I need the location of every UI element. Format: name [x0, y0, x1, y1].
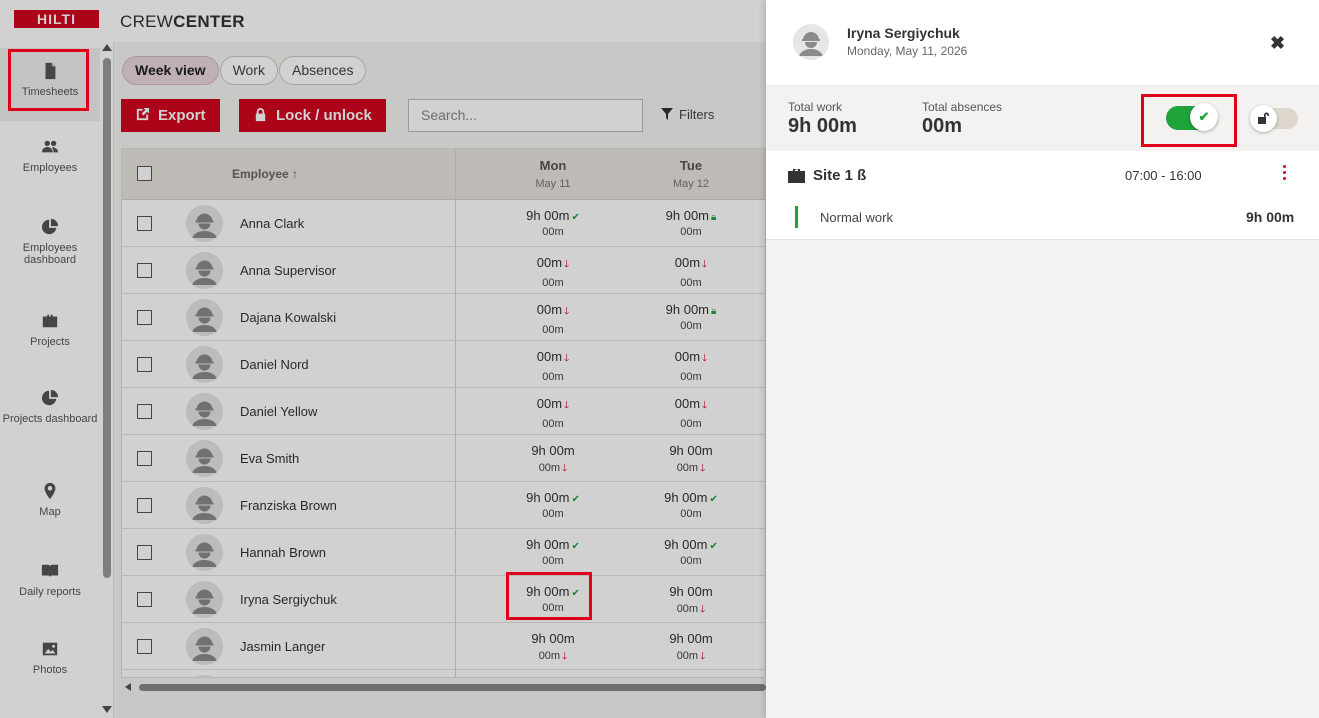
briefcase-icon: [788, 169, 805, 183]
total-work-value: 9h 00m: [788, 115, 857, 137]
work-indicator: [795, 206, 798, 228]
highlight-box: [1141, 94, 1237, 147]
unlock-icon: [1258, 112, 1269, 124]
close-icon[interactable]: ✖: [1270, 33, 1285, 54]
total-work-label: Total work: [788, 100, 843, 114]
total-absences-value: 00m: [922, 115, 963, 137]
total-absences-label: Total absences: [922, 100, 1003, 114]
site-entry: Site 1 ß 07:00 - 16:00 Normal work 9h 00…: [766, 151, 1319, 240]
panel-date: Monday, May 11, 2026: [847, 44, 968, 58]
panel-header: Iryna Sergiychuk Monday, May 11, 2026 ✖: [766, 0, 1319, 86]
work-entry-label: Normal work: [820, 210, 893, 225]
panel-employee-name: Iryna Sergiychuk: [847, 25, 960, 41]
more-options-icon[interactable]: [1282, 165, 1288, 185]
highlight-box: [506, 572, 592, 620]
backdrop-overlay[interactable]: [0, 0, 766, 718]
site-name: Site 1 ß: [813, 167, 867, 184]
site-time-range: 07:00 - 16:00: [1125, 168, 1202, 183]
highlight-box: [8, 49, 89, 111]
avatar: [793, 24, 829, 60]
lock-toggle[interactable]: [1250, 105, 1298, 132]
worker-avatar-icon: [793, 24, 829, 60]
app-root: HILTI CREWCENTER Timesheets Employees Em…: [0, 0, 1319, 718]
work-entry-value: 9h 00m: [1246, 209, 1295, 225]
